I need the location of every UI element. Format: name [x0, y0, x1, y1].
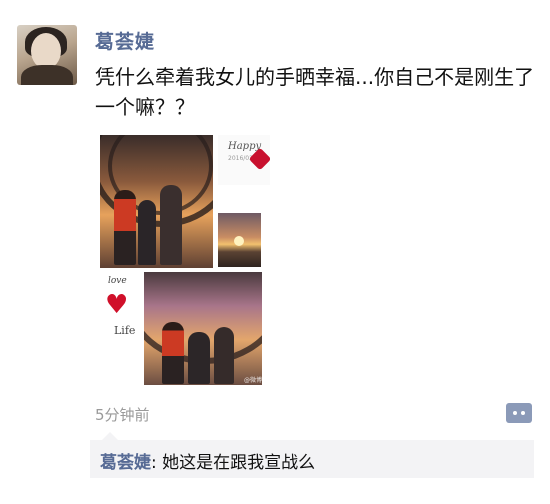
comment-like-button[interactable] — [506, 403, 532, 423]
comment-item[interactable]: 葛荟婕: 她这是在跟我宣战么 — [100, 448, 315, 473]
person-child — [188, 332, 210, 384]
heart-icon: ♥ — [105, 290, 129, 320]
photo-collage[interactable]: Happy 2016/02 love ♥ Life @微博 — [100, 135, 270, 385]
sun-icon — [234, 236, 244, 246]
love-text: love — [108, 276, 127, 286]
person-child — [138, 200, 156, 265]
comment-section: 葛荟婕: 她这是在跟我宣战么 — [90, 432, 534, 478]
life-text: Life — [114, 324, 136, 337]
person-red-jacket — [162, 322, 184, 384]
avatar[interactable] — [17, 25, 77, 85]
person-woman — [160, 185, 182, 265]
photo-sunset[interactable] — [218, 213, 261, 267]
dot-icon — [521, 411, 525, 415]
photo-bridge-walk[interactable]: @微博 — [144, 272, 262, 385]
post-timestamp: 5分钟前 — [95, 406, 150, 424]
author-name[interactable]: 葛荟婕 — [95, 27, 155, 54]
person-woman — [214, 327, 234, 384]
weibo-watermark: @微博 — [244, 377, 262, 384]
comment-author[interactable]: 葛荟婕 — [100, 453, 151, 473]
person-red-jacket — [114, 190, 136, 265]
post-text: 凭什么牵着我女儿的手晒幸福...你自己不是刚生了一个嘛？？ — [95, 65, 535, 119]
comment-separator: : — [151, 453, 163, 473]
avatar-face — [31, 33, 61, 69]
avatar-body — [21, 65, 73, 85]
comment-pointer — [102, 432, 118, 440]
comment-text: 她这是在跟我宣战么 — [162, 453, 316, 473]
photo-happy-card[interactable]: Happy 2016/02 — [218, 135, 270, 185]
dot-icon — [513, 411, 517, 415]
photo-bridge-family[interactable] — [100, 135, 213, 268]
photo-love-life-card[interactable]: love ♥ Life — [100, 272, 142, 342]
